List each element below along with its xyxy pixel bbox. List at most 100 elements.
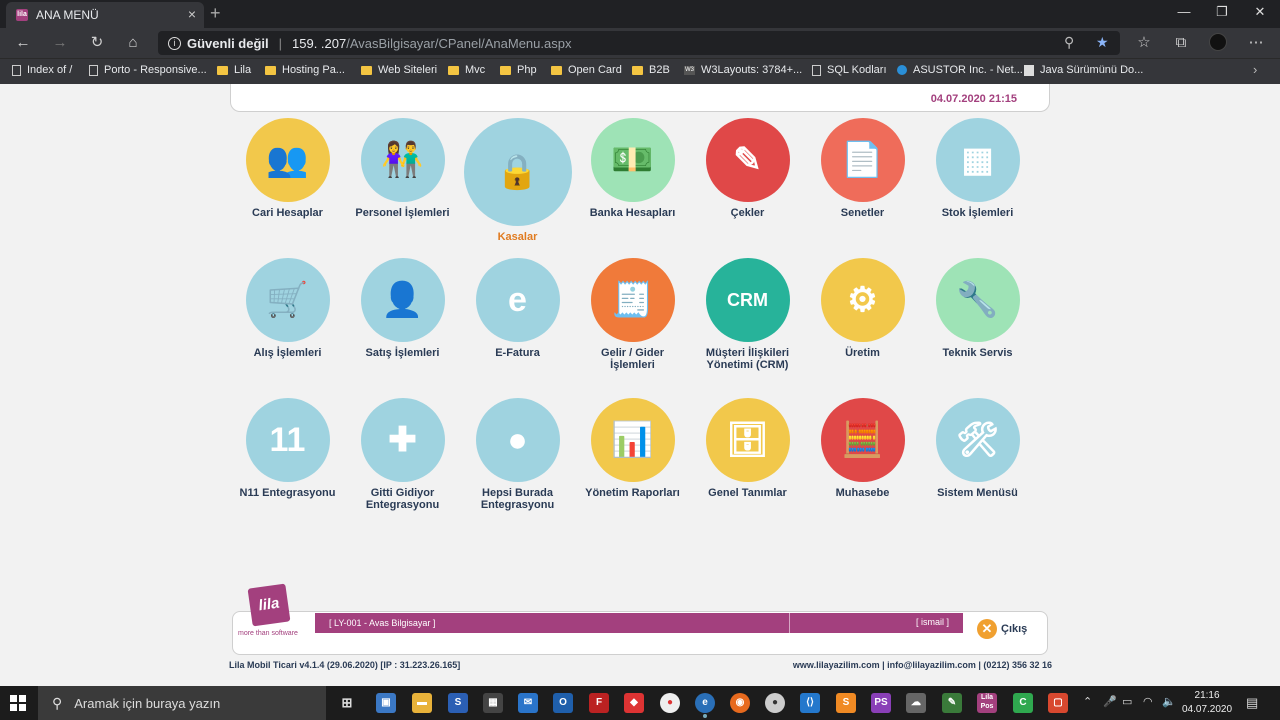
menu-tile-money[interactable]: 💵 Banka Hesapları [575,118,690,219]
close-tab-icon[interactable]: × [188,6,196,22]
edge-icon[interactable]: e [695,693,715,713]
menu-tile-sales[interactable]: 👤 Satış İşlemleri [345,258,460,359]
sql-server-icon[interactable]: S [448,693,468,713]
folder-icon [632,65,643,75]
menu-tile-cart[interactable]: 🛒 Alış İşlemleri [230,258,345,359]
camtasia-icon[interactable]: C [1013,693,1033,713]
crm-icon: CRM [705,258,790,342]
bookmark-lila[interactable]: Lila [217,64,251,76]
bookmark-mvc[interactable]: Mvc [448,64,485,76]
menu-tile-glyph: ● [507,420,528,459]
menu-tile-n11[interactable]: 11 N11 Entegrasyonu [230,398,345,499]
browser-tab[interactable]: lila ANA MENÜ × [6,2,204,28]
phpstorm-icon[interactable]: PS [871,693,891,713]
anydesk-icon[interactable]: ◆ [624,693,644,713]
menu-tile-label: N11 Entegrasyonu [239,487,336,499]
tray-overflow-icon[interactable]: ⌃ [1083,695,1092,708]
bookmark-java[interactable]: Java Sürümünü Do... [1024,64,1143,76]
bookmark-b2b[interactable]: B2B [632,64,670,76]
bookmark-porto[interactable]: Porto - Responsive... [89,64,207,76]
bookmark-open-card[interactable]: Open Card [551,64,622,76]
notepad-plus-icon[interactable]: ✎ [942,693,962,713]
volume-icon[interactable]: 🔈 [1162,695,1176,708]
bookmark-hosting[interactable]: Hosting Pa... [265,64,345,76]
task-view-icon[interactable]: ⊞ [337,693,357,713]
bookmark-w3layouts[interactable]: W3 W3Layouts: 3784+... [684,64,802,76]
menu-tile-report[interactable]: 📊 Yönetim Raporları [575,398,690,499]
menu-tile-boxes[interactable]: ▦ Stok İşlemleri [920,118,1035,219]
logout-button[interactable]: ✕ Çıkış [977,619,1027,639]
zoom-icon[interactable]: ⚲ [1064,34,1074,51]
menu-tile-label: Üretim [845,347,880,359]
home-icon[interactable]: ⌂ [122,33,144,53]
folder-icon [217,65,228,75]
menu-tile-people[interactable]: 👥 Cari Hesaplar [230,118,345,219]
menu-tile-invoice[interactable]: 🧾 Gelir / Gider İşlemleri [575,258,690,371]
firefox-icon[interactable]: ◉ [730,693,750,713]
chrome-canary-icon[interactable]: ● [765,693,785,713]
menu-tile-technician[interactable]: 🔧 Teknik Servis [920,258,1035,359]
network-tool-icon[interactable]: ☁ [906,693,926,713]
bookmark-php[interactable]: Php [500,64,537,76]
collections-icon[interactable]: ⧉ [1170,33,1192,53]
battery-icon[interactable]: ▭ [1122,695,1132,708]
asus-icon [897,65,907,75]
file-explorer-icon[interactable]: ▬ [412,693,432,713]
menu-tile-gears[interactable]: ⚙ Üretim [805,258,920,359]
address-bar[interactable]: i Güvenli değil | 159. .207 /AvasBilgisa… [158,31,1120,55]
info-icon[interactable]: i [168,36,181,50]
forward-icon[interactable]: → [49,33,71,53]
database-icon: 🗄 [705,398,790,482]
vscode-icon[interactable]: ⟨⟩ [800,693,820,713]
menu-tile-crm[interactable]: CRM Müşteri İlişkileri Yönetimi (CRM) [690,258,805,371]
menu-tile-note[interactable]: 📄 Senetler [805,118,920,219]
back-icon[interactable]: ← [12,33,34,53]
lila-pos-icon[interactable]: Lila Pos [977,693,997,713]
favorite-star-icon[interactable]: ★ [1096,34,1109,51]
new-tab-icon[interactable]: + [210,3,221,24]
microphone-icon[interactable]: 🎤 [1103,695,1117,708]
reload-icon[interactable]: ↻ [86,33,108,53]
settings-more-icon[interactable]: ⋯ [1245,33,1267,53]
sublime-icon[interactable]: S [836,693,856,713]
technician-icon: 🔧 [935,258,1020,342]
cheque-icon: ✎ [705,118,790,202]
menu-tile-label: Muhasebe [835,487,890,499]
store-icon[interactable]: ▦ [483,693,503,713]
menu-tile-register[interactable]: 🧮 Muhasebe [805,398,920,499]
menu-tile-cheque[interactable]: ✎ Çekler [690,118,805,219]
menu-tile-safe[interactable]: 🔒 Kasalar [460,118,575,243]
outlook-icon[interactable]: O [553,693,573,713]
notifications-icon[interactable]: ▤ [1246,695,1258,711]
gears-icon: ⚙ [820,258,905,342]
bookmark-asustor[interactable]: ASUSTOR Inc. - Net... [897,64,1023,76]
menu-tile-staff[interactable]: 👫 Personel İşlemleri [345,118,460,219]
menu-tile-glyph: ▦ [961,141,994,179]
minimize-icon[interactable]: — [1166,2,1202,24]
remote-desktop-icon[interactable]: ▣ [376,693,396,713]
wifi-icon[interactable]: ◠ [1143,695,1153,708]
mail-icon[interactable]: ✉ [518,693,538,713]
menu-tile-hepsiburada[interactable]: ● Hepsi Burada Entegrasyonu [460,398,575,511]
url-path: /AvasBilgisayar/CPanel/AnaMenu.aspx [346,35,572,51]
bookmark-index-of[interactable]: Index of / [12,64,72,76]
menu-tile-tools[interactable]: 🛠 Sistem Menüsü [920,398,1035,499]
menu-tile-glyph: 📊 [611,421,654,459]
menu-tile-database[interactable]: 🗄 Genel Tanımlar [690,398,805,499]
bookmark-web-siteleri[interactable]: Web Siteleri [361,64,437,76]
taskbar-clock[interactable]: 21:16 04.07.2020 [1182,689,1232,717]
windows-start-icon[interactable] [10,695,26,711]
favorites-icon[interactable]: ☆ [1133,33,1155,53]
filezilla-icon[interactable]: F [589,693,609,713]
taskbar-search[interactable]: ⚲ Aramak için buraya yazın [38,686,326,720]
profile-avatar[interactable] [1207,33,1229,53]
chrome-icon[interactable]: ● [660,693,680,713]
menu-tile-efatura[interactable]: e E-Fatura [460,258,575,359]
maximize-icon[interactable]: ❐ [1204,2,1240,24]
snagit-icon[interactable]: ▢ [1048,693,1068,713]
bookmarks-overflow-icon[interactable]: › [1253,62,1257,77]
bookmark-sql[interactable]: SQL Kodları [812,64,887,76]
close-window-icon[interactable]: ✕ [1242,2,1278,24]
bookmark-label: Mvc [465,64,486,76]
menu-tile-pinwheel[interactable]: ✚ Gitti Gidiyor Entegrasyonu [345,398,460,511]
